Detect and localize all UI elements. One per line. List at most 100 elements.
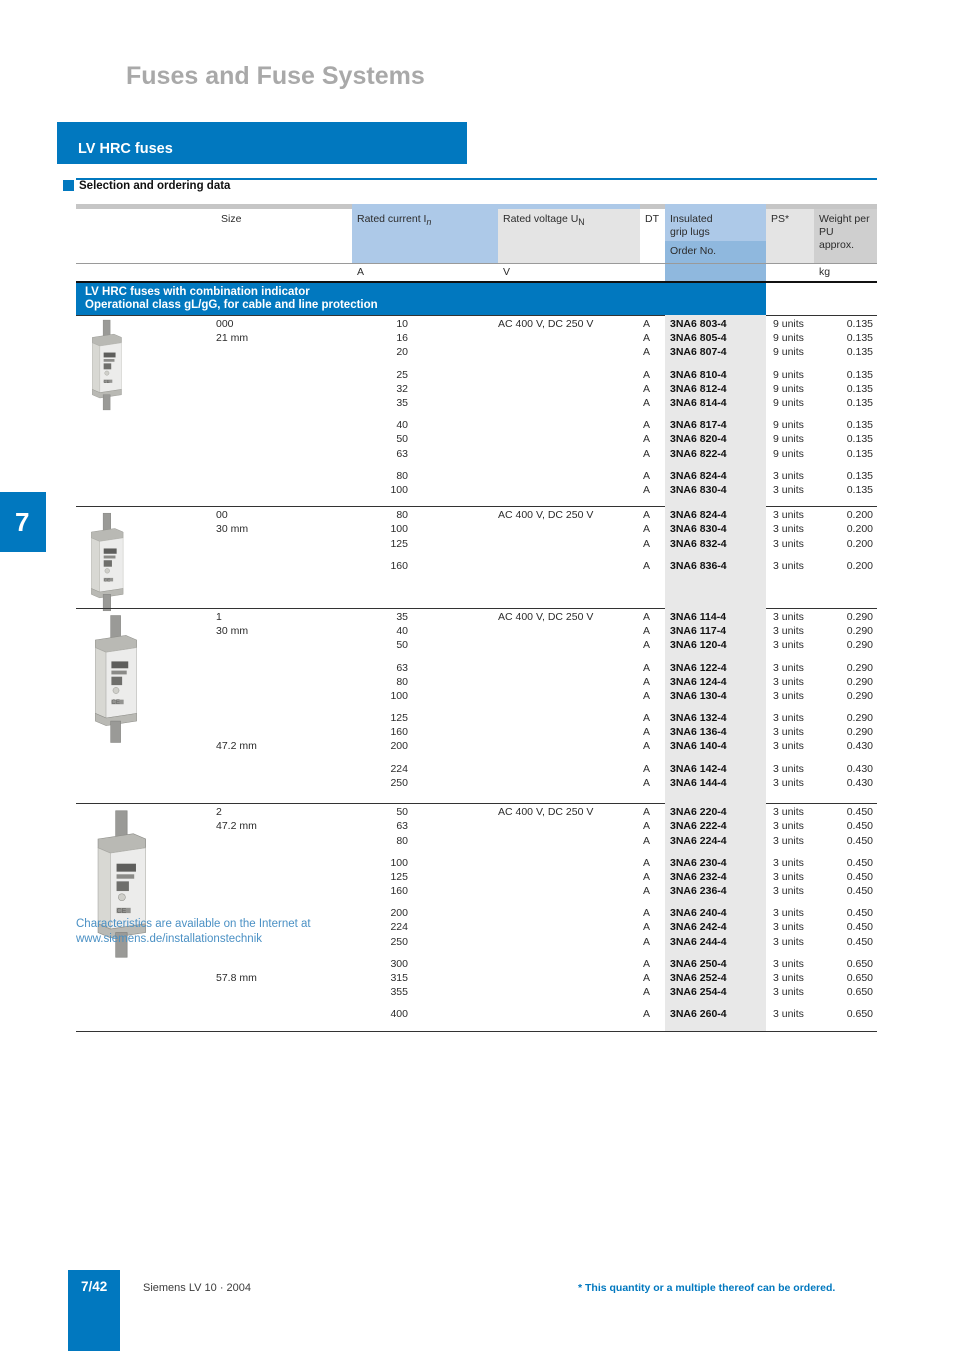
table-row: 20 A 3NA6 807-4 9 units 0.135 (76, 346, 877, 360)
row-rated-current: 160 (390, 726, 408, 739)
table-row: 250 A 3NA6 144-4 3 units 0.430 (76, 777, 877, 791)
row-rated-current: 224 (390, 762, 408, 775)
row-rated-current: 10 (396, 318, 408, 330)
row-weight: 0.430 (846, 740, 873, 753)
row-rated-current: 315 (390, 972, 408, 985)
row-weight: 0.450 (846, 885, 873, 898)
row-dt: A (643, 382, 651, 395)
internet-note-line1: Characteristics are available on the Int… (76, 918, 311, 930)
row-rated-current: 50 (396, 433, 408, 446)
row-size: 00 (216, 509, 228, 522)
row-ps: 3 units (773, 935, 804, 948)
row-rated-current: 160 (390, 559, 408, 572)
row-ps: 3 units (773, 625, 804, 638)
row-ps: 9 units (773, 419, 804, 432)
row-weight: 0.290 (846, 726, 873, 739)
header-insulated-grip-lugs: Insulated grip lugs (665, 209, 766, 241)
internet-note[interactable]: Characteristics are available on the Int… (76, 917, 311, 947)
row-rated-current: 355 (390, 986, 408, 999)
row-dt: A (643, 368, 651, 381)
row-dt: A (643, 726, 651, 739)
row-dt: A (643, 776, 651, 789)
row-order-number: 3NA6 132-4 (670, 712, 727, 725)
row-weight: 0.135 (846, 318, 873, 330)
table-bottom-rule (76, 1030, 877, 1033)
table-row: 300 A 3NA6 250-4 3 units 0.650 (76, 958, 877, 972)
page-number: 7/42 (81, 1279, 108, 1294)
row-weight: 0.135 (846, 483, 873, 496)
table-row: 100 A 3NA6 830-4 3 units 0.135 (76, 484, 877, 498)
row-order-number: 3NA6 814-4 (670, 396, 727, 409)
row-spacer (76, 1000, 877, 1008)
row-rated-current: 80 (396, 509, 408, 522)
row-order-number: 3NA6 117-4 (670, 625, 727, 638)
row-order-number: 3NA6 230-4 (670, 856, 727, 869)
row-weight: 0.135 (846, 469, 873, 482)
row-order-number: 3NA6 224-4 (670, 834, 727, 847)
header-weight: Weight per PU approx. (814, 209, 877, 263)
table-row: 125 A 3NA6 132-4 3 units 0.290 (76, 712, 877, 726)
row-ps: 9 units (773, 346, 804, 359)
row-order-number: 3NA6 222-4 (670, 820, 727, 833)
row-weight: 0.430 (846, 776, 873, 789)
row-ps: 9 units (773, 396, 804, 409)
footer-footnote: * This quantity or a multiple thereof ca… (578, 1282, 836, 1294)
row-dt: A (643, 346, 651, 359)
row-dt: A (643, 712, 651, 725)
row-dt: A (643, 1008, 651, 1021)
row-ps: 3 units (773, 986, 804, 999)
row-dt: A (643, 986, 651, 999)
row-order-number: 3NA6 812-4 (670, 382, 727, 395)
row-ps: 9 units (773, 433, 804, 446)
table-row: 100 A 3NA6 230-4 3 units 0.450 (76, 857, 877, 871)
row-rated-current: 300 (390, 957, 408, 970)
row-size: 21 mm (216, 332, 249, 345)
row-weight: 0.135 (846, 433, 873, 446)
row-order-number: 3NA6 240-4 (670, 907, 727, 920)
row-dt: A (643, 433, 651, 446)
row-dt: A (643, 972, 651, 985)
table-row: 25 A 3NA6 810-4 9 units 0.135 (76, 369, 877, 383)
row-dt: A (643, 639, 651, 652)
table-row: 63 A 3NA6 122-4 3 units 0.290 (76, 662, 877, 676)
footer-source: Siemens LV 10 · 2004 (143, 1282, 252, 1294)
fuse-size-group: CE 00010AC 400 V, DC 250 VA3NA6 803-49 u… (76, 315, 877, 507)
row-order-number: 3NA6 817-4 (670, 419, 727, 432)
table-row: 80 A 3NA6 824-4 3 units 0.135 (76, 470, 877, 484)
row-weight: 0.200 (846, 559, 873, 572)
row-size: 000 (216, 318, 234, 330)
row-dt: A (643, 856, 651, 869)
row-order-number: 3NA6 824-4 (670, 469, 727, 482)
row-order-number: 3NA6 130-4 (670, 689, 727, 702)
table-row: 1 35 AC 400 V, DC 250 V A 3NA6 114-4 3 units 0… (76, 611, 877, 625)
row-ps: 3 units (773, 856, 804, 869)
row-ps: 3 units (773, 972, 804, 985)
group-rows: 2 50 AC 400 V, DC 250 V A 3NA6 220-4 3 units 0… (76, 806, 877, 1022)
row-dt: A (643, 509, 651, 522)
section-title: LV HRC fuses (78, 141, 173, 157)
table-row: 224 A 3NA6 142-4 3 units 0.430 (76, 763, 877, 777)
row-weight: 0.135 (846, 346, 873, 359)
row-weight: 0.135 (846, 419, 873, 432)
row-rated-current: 160 (390, 885, 408, 898)
row-rated-current: 25 (396, 368, 408, 381)
row-rated-voltage: AC 400 V, DC 250 V (498, 610, 594, 623)
table-row: 30 mm 100 A 3NA6 830-4 3 units 0.200 (76, 523, 877, 537)
row-weight: 0.200 (846, 537, 873, 550)
square-bullet-icon (63, 180, 74, 191)
row-weight: 0.290 (846, 675, 873, 688)
row-weight: 0.290 (846, 712, 873, 725)
row-weight: 0.290 (846, 625, 873, 638)
row-order-number: 3NA6 810-4 (670, 368, 727, 381)
row-dt: A (643, 396, 651, 409)
fuse-size-group: CE 0080AC 400 V, DC 250 VA3NA6 824-43 un… (76, 506, 877, 612)
row-size: 1 (216, 610, 222, 623)
row-weight: 0.450 (846, 870, 873, 883)
table-row: 47.2 mm 63 A 3NA6 222-4 3 units 0.450 (76, 820, 877, 834)
row-rated-current: 35 (396, 396, 408, 409)
table-row: 50 A 3NA6 820-4 9 units 0.135 (76, 433, 877, 447)
row-weight: 0.650 (846, 972, 873, 985)
table-row: 160 A 3NA6 836-4 3 units 0.200 (76, 560, 877, 574)
group-title-line2: Operational class gL/gG, for cable and l… (85, 299, 378, 311)
row-ps: 3 units (773, 483, 804, 496)
